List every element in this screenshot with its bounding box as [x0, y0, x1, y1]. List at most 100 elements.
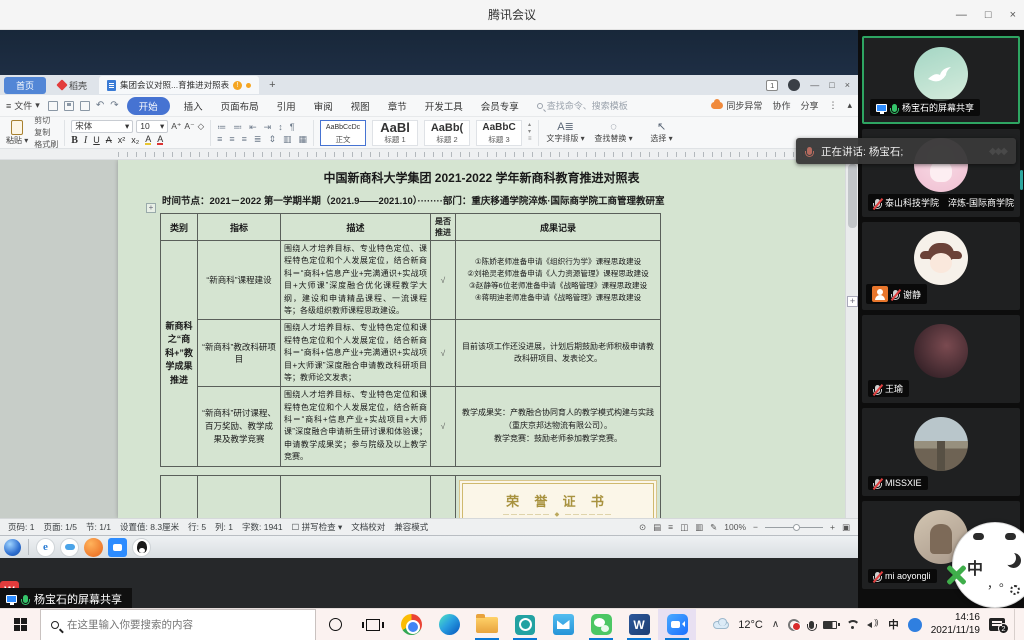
styles-gallery-arrows[interactable]: ▴▾≡ — [528, 122, 532, 143]
subscript-button[interactable]: x₂ — [131, 135, 139, 145]
participant-tile[interactable]: 谢静 — [862, 222, 1020, 310]
weather-cloud-icon[interactable] — [713, 621, 729, 629]
new-file-icon[interactable] — [48, 101, 58, 111]
justify-icon[interactable]: ≣ — [254, 134, 262, 144]
indent-icon[interactable]: ⇥ — [264, 122, 272, 132]
start-button[interactable] — [0, 609, 40, 640]
edge-button[interactable] — [430, 609, 468, 640]
microphone-tray-icon[interactable] — [809, 621, 814, 629]
minimize-button[interactable]: — — [956, 9, 967, 21]
style-heading1[interactable]: AaBl 标题 1 — [372, 120, 418, 146]
ribbon-tab-references[interactable]: 引用 — [273, 97, 300, 115]
text-tool-button[interactable]: A≣ 文字排版 ▾ — [545, 121, 587, 144]
view-print-icon[interactable]: ▤ — [653, 522, 661, 533]
align-center-icon[interactable]: ≡ — [229, 134, 234, 144]
numbering-icon[interactable]: ≕ — [233, 122, 242, 132]
font-size-select[interactable]: 10▾ — [136, 120, 168, 133]
ie-browser-icon[interactable]: e — [36, 538, 55, 557]
show-desktop-strip[interactable] — [1014, 609, 1018, 640]
ribbon-tab-review[interactable]: 审阅 — [310, 97, 337, 115]
ribbon-tab-home[interactable]: 开始 — [127, 97, 170, 115]
document-scrollbar[interactable]: + — [845, 160, 858, 518]
select-button[interactable]: ↖ 选择 ▾ — [641, 121, 683, 144]
clear-format-icon[interactable]: ◇ — [198, 121, 205, 132]
word-button[interactable]: W — [620, 609, 658, 640]
scrollbar-thumb[interactable] — [848, 164, 857, 228]
zoom-level[interactable]: 100% — [724, 522, 746, 532]
blue-app-tray-icon[interactable] — [908, 618, 922, 632]
find-replace-button[interactable]: ◌ 查找替换 ▾ — [593, 121, 635, 144]
ime-chinese-mode-icon[interactable]: 中 — [967, 555, 983, 579]
taskbar-search[interactable] — [40, 609, 316, 640]
ribbon-tab-member[interactable]: 会员专享 — [477, 97, 523, 115]
strikethrough-button[interactable]: A — [106, 135, 112, 145]
undo-icon[interactable]: ↶ — [96, 100, 104, 111]
teal-app-button[interactable] — [506, 609, 544, 640]
file-explorer-button[interactable] — [468, 609, 506, 640]
sidebar-scrollbar-thumb[interactable] — [1020, 170, 1023, 190]
battery-icon[interactable] — [823, 621, 837, 629]
proofing-button[interactable]: 文档校对 — [351, 521, 385, 533]
collapse-ribbon-icon[interactable]: ▴ — [847, 100, 852, 111]
grow-font-button[interactable]: A⁺ — [171, 121, 181, 132]
fit-page-icon[interactable]: ▣ — [842, 522, 850, 533]
ribbon-tab-section[interactable]: 章节 — [384, 97, 411, 115]
chrome-button[interactable] — [392, 609, 430, 640]
shrink-font-button[interactable]: A⁻ — [184, 121, 194, 132]
print-icon[interactable] — [80, 101, 90, 111]
window-count-badge[interactable]: 1 — [766, 80, 778, 91]
search-input[interactable] — [67, 619, 287, 631]
edit-pen-icon[interactable]: ✎ — [710, 522, 717, 533]
quick-access-toolbar[interactable]: ↶ ↷ — [48, 100, 119, 111]
bold-button[interactable]: B — [71, 135, 78, 146]
new-tab-button[interactable]: + — [263, 79, 281, 91]
superscript-button[interactable]: x² — [118, 135, 126, 145]
underline-button[interactable]: U — [93, 135, 100, 145]
italic-button[interactable]: I — [84, 135, 87, 146]
view-web-icon[interactable]: ◫ — [680, 522, 688, 533]
remote-start-button[interactable] — [4, 539, 21, 556]
align-left-icon[interactable]: ≡ — [217, 134, 222, 144]
gear-icon[interactable] — [1010, 585, 1020, 595]
notification-center-icon[interactable]: 2 — [989, 618, 1005, 631]
redo-icon[interactable]: ↷ — [110, 100, 118, 111]
font-color-button[interactable]: A — [157, 135, 163, 145]
sort-icon[interactable]: ↕ — [278, 122, 283, 132]
ribbon-tab-view[interactable]: 视图 — [347, 97, 374, 115]
zoom-out-button[interactable]: − — [753, 522, 758, 532]
hidden-icons-chevron[interactable]: ∧ — [772, 619, 779, 630]
ribbon-tab-layout[interactable]: 页面布局 — [217, 97, 263, 115]
style-heading2[interactable]: AaBb( 标题 2 — [424, 120, 470, 146]
show-marks-icon[interactable]: ¶ — [290, 122, 295, 132]
wps-restore-button[interactable]: □ — [829, 80, 834, 90]
security-alert-icon[interactable] — [788, 619, 800, 631]
cut-button[interactable]: 剪切 — [34, 115, 58, 126]
meeting-app-icon[interactable] — [108, 538, 127, 557]
font-name-select[interactable]: 宋体▾ — [71, 120, 133, 133]
maximize-button[interactable]: □ — [985, 9, 992, 21]
more-menu-icon[interactable]: ⋮ — [828, 100, 837, 111]
command-search[interactable]: 查找命令、搜索模板 — [537, 99, 628, 112]
collaborate-button[interactable]: 协作 — [772, 99, 790, 112]
copy-button[interactable]: 复制 — [34, 127, 58, 138]
temperature[interactable]: 12°C — [738, 619, 763, 631]
outdent-icon[interactable]: ⇤ — [249, 122, 257, 132]
spellcheck-toggle[interactable]: ☐ 拼写检查 ▾ — [292, 521, 343, 533]
share-button[interactable]: 分享 — [800, 99, 818, 112]
cloud-browser-icon[interactable] — [60, 538, 79, 557]
task-view-button[interactable] — [354, 609, 392, 640]
wechat-button[interactable] — [582, 609, 620, 640]
file-menu[interactable]: ≡ 文件 ▾ — [6, 99, 40, 112]
wps-account-avatar[interactable] — [788, 79, 800, 91]
wifi-icon[interactable] — [846, 620, 858, 630]
volume-icon[interactable] — [867, 620, 879, 630]
style-normal[interactable]: AaBbCcDc 正文 — [320, 120, 366, 146]
qq-app-icon[interactable] — [132, 538, 151, 557]
participant-tile[interactable]: MISSXIE — [862, 408, 1020, 496]
highlight-color-button[interactable]: A — [145, 135, 151, 145]
ime-indicator[interactable]: 中 — [888, 617, 899, 632]
cortana-button[interactable] — [316, 609, 354, 640]
wps-document-tab[interactable]: 集团会议对照...育推进对照表 ! — [99, 76, 259, 94]
wps-close-button[interactable]: × — [845, 80, 850, 90]
view-read-icon[interactable]: ▥ — [695, 522, 703, 533]
